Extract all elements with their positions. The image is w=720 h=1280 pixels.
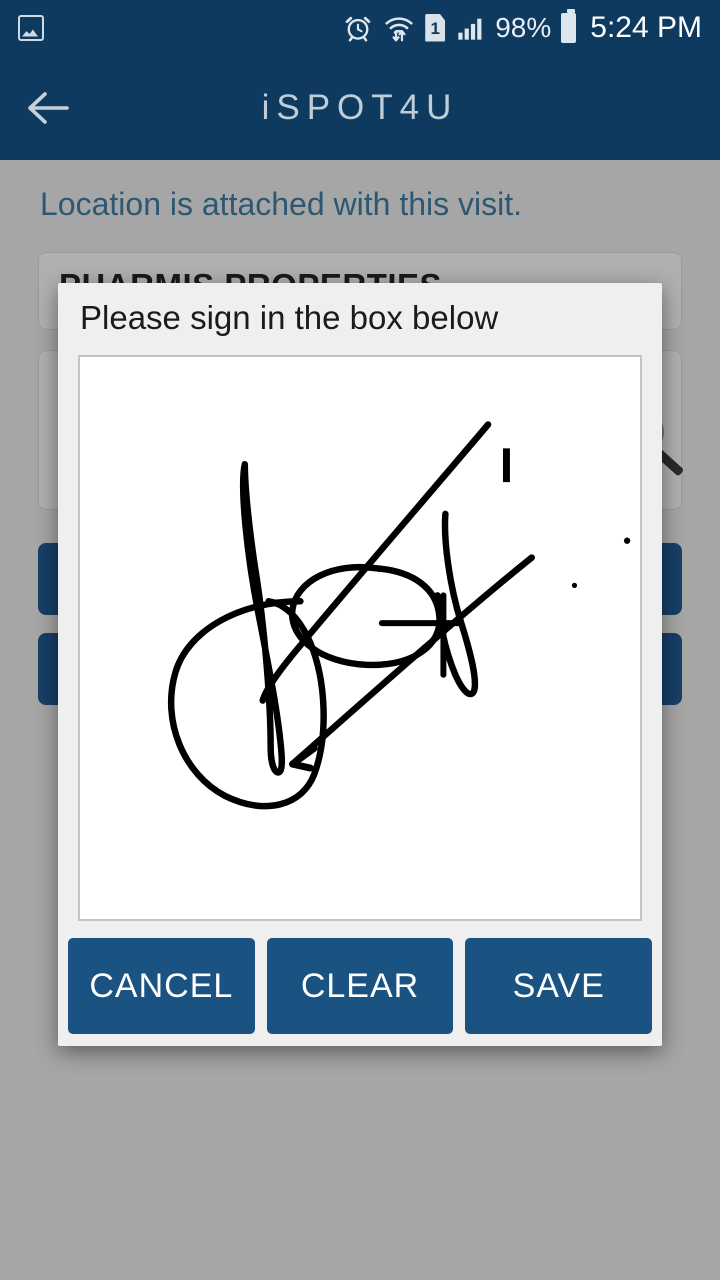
signature-dialog: Please sign in the box below CANCEL CLEA… — [58, 283, 662, 1046]
dialog-title: Please sign in the box below — [80, 299, 499, 336]
signature-canvas[interactable] — [78, 355, 642, 921]
save-button[interactable]: SAVE — [465, 938, 653, 1034]
app-screen: 1 98% 5:24 PM iSPOT4U Location is attach… — [0, 0, 720, 1280]
signature-dot-mark — [502, 448, 510, 483]
clear-button[interactable]: CLEAR — [266, 938, 454, 1034]
signature-strokes — [167, 421, 631, 810]
cancel-button[interactable]: CANCEL — [68, 938, 255, 1034]
dialog-actions: CANCEL CLEAR SAVE — [68, 938, 653, 1034]
